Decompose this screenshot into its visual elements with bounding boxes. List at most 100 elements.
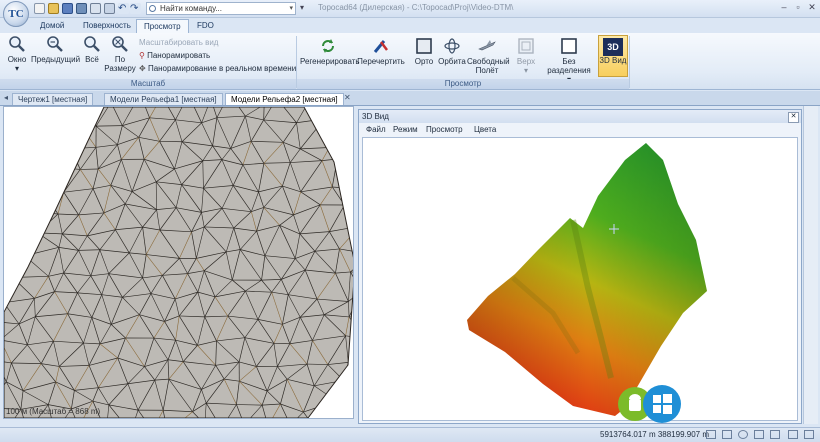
tin-edge — [329, 107, 341, 121]
layout-icon[interactable] — [804, 430, 814, 439]
vertical-scrollbar[interactable] — [803, 106, 818, 424]
chevron-down-icon[interactable]: ▾ — [289, 4, 293, 12]
tin-edge — [12, 139, 22, 163]
app-logo[interactable]: TC — [3, 1, 29, 27]
redraw-button[interactable]: Перечертить — [357, 37, 405, 66]
osnap-icon[interactable] — [738, 430, 748, 439]
3d-view-title: 3D Вид — [359, 110, 801, 123]
restore-button[interactable]: ▫ — [792, 1, 804, 13]
tin-edge — [5, 118, 30, 119]
ortho-icon — [415, 37, 433, 55]
close-icon[interactable]: ✕ — [788, 112, 799, 123]
tin-edge — [41, 107, 49, 124]
tin-edge — [57, 149, 71, 168]
redraw-icon — [372, 37, 390, 55]
3d-canvas[interactable] — [362, 137, 798, 421]
zoom-previous-button[interactable]: Предыдущий — [31, 35, 79, 64]
tab-view[interactable]: Просмотр — [136, 19, 189, 33]
grid-icon[interactable] — [722, 430, 732, 439]
tin-edge — [76, 107, 91, 119]
tin-edge — [21, 139, 38, 147]
cursor-coordinates: 5913764.017 m 388199.907 m — [600, 430, 709, 439]
zoom-window-button[interactable]: Окно ▾ — [4, 35, 30, 73]
open-folder-icon[interactable] — [48, 3, 59, 14]
tin-edge — [324, 119, 329, 148]
save-icon[interactable] — [62, 3, 73, 14]
undo-icon[interactable]: ↶ — [118, 3, 129, 14]
menu-file[interactable]: Файл — [362, 124, 390, 136]
new-file-icon[interactable] — [34, 3, 45, 14]
close-button[interactable]: ✕ — [806, 1, 818, 13]
tin-surface[interactable] — [4, 107, 353, 418]
tin-edge — [329, 143, 353, 148]
minimize-button[interactable]: – — [778, 1, 790, 13]
menu-view[interactable]: Просмотр — [422, 124, 467, 136]
tin-edge — [344, 380, 353, 384]
zoom-window-label: Окно — [4, 55, 30, 64]
orbit-button[interactable]: Орбита — [438, 37, 466, 66]
zoom-all-button[interactable]: Всё — [80, 35, 104, 64]
zoom-window-icon — [8, 35, 26, 53]
tin-edge — [339, 405, 352, 418]
tin-edge — [11, 208, 30, 211]
snap-icon[interactable] — [706, 430, 716, 439]
windows-badge-icon — [643, 385, 681, 423]
tab-home[interactable]: Домой — [33, 19, 71, 33]
tin-edge — [49, 124, 71, 148]
orbit-label: Орбита — [438, 57, 466, 66]
document-tabs: ◂ Чертеж1 [местная] Модели Рельефа1 [мес… — [0, 91, 820, 106]
tin-edge — [348, 362, 353, 384]
window-title: Topocad64 (Дилерская) - C:\Topocad\Proj\… — [318, 3, 513, 12]
tab-surface[interactable]: Поверхность — [76, 19, 138, 33]
tab-fdo[interactable]: FDO — [190, 19, 221, 33]
ortho-button[interactable]: Орто — [410, 37, 438, 66]
scale-label: 100 м (Масштаб = 868 m) — [6, 407, 100, 416]
3d-view-button[interactable]: 3D 3D Вид — [598, 35, 628, 77]
tin-edge — [351, 385, 353, 405]
zoom-extents-button[interactable]: По Размеру — [104, 35, 136, 73]
close-tab-icon[interactable]: ✕ — [344, 93, 351, 102]
doc-tab-drawing1[interactable]: Чертеж1 [местная] — [12, 93, 93, 105]
top-view-button[interactable]: Верх ▾ — [512, 37, 540, 75]
tin-edge — [4, 107, 5, 118]
realtime-pan-label: Панорамирование в реальном времени — [148, 64, 296, 73]
zoom-view-command[interactable]: Масштабировать вид — [139, 38, 218, 47]
redo-icon[interactable]: ↷ — [130, 3, 141, 14]
tin-edge — [91, 107, 96, 126]
save-all-icon[interactable] — [76, 3, 87, 14]
pan-command[interactable]: ⚲ Панорамировать — [139, 51, 210, 60]
tin-edge — [337, 159, 353, 189]
tin-edge — [4, 186, 11, 208]
no-split-button[interactable]: Без разделения ▾ — [545, 37, 593, 84]
free-flight-button[interactable]: Свободный Полёт — [467, 37, 507, 75]
tin-edge — [337, 143, 353, 159]
tin-edge — [348, 358, 353, 362]
realtime-pan-command[interactable]: ✥ Панорамирование в реальном времени — [139, 64, 296, 73]
drawing-viewport[interactable]: 100 м (Масштаб = 868 m) — [3, 106, 354, 419]
doc-tab-terrain2[interactable]: Модели Рельефа2 [местная] — [225, 93, 344, 105]
zoom-previous-label: Предыдущий — [31, 55, 79, 64]
tin-edge — [341, 121, 353, 143]
ortho-mode-icon[interactable] — [754, 430, 764, 439]
doc-tab-terrain1[interactable]: Модели Рельефа1 [местная] — [104, 93, 223, 105]
regenerate-button[interactable]: Регенерировать — [300, 37, 356, 66]
tabs-scroll-icon[interactable]: ◂ — [4, 93, 8, 102]
menu-colors[interactable]: Цвета — [470, 124, 500, 136]
polar-icon[interactable] — [770, 430, 780, 439]
tin-edge — [344, 205, 353, 209]
tin-edge — [11, 230, 37, 233]
print-preview-icon[interactable] — [104, 3, 115, 14]
tin-edge — [5, 107, 12, 118]
3d-view-window[interactable]: 3D Вид ✕ Файл Режим Просмотр Цвета — [358, 109, 802, 424]
quick-access-dropdown-icon[interactable]: ▾ — [300, 3, 304, 12]
tin-edge — [60, 107, 76, 119]
settings-icon[interactable] — [788, 430, 798, 439]
tin-edge — [4, 140, 12, 162]
menu-mode[interactable]: Режим — [389, 124, 422, 136]
tin-edge — [5, 118, 21, 139]
tin-edge — [4, 118, 5, 140]
3d-terrain-render[interactable] — [363, 138, 797, 420]
print-icon[interactable] — [90, 3, 101, 14]
command-search-input[interactable]: Найти команду... ▾ — [146, 2, 296, 15]
no-split-label: Без разделения — [545, 57, 593, 75]
